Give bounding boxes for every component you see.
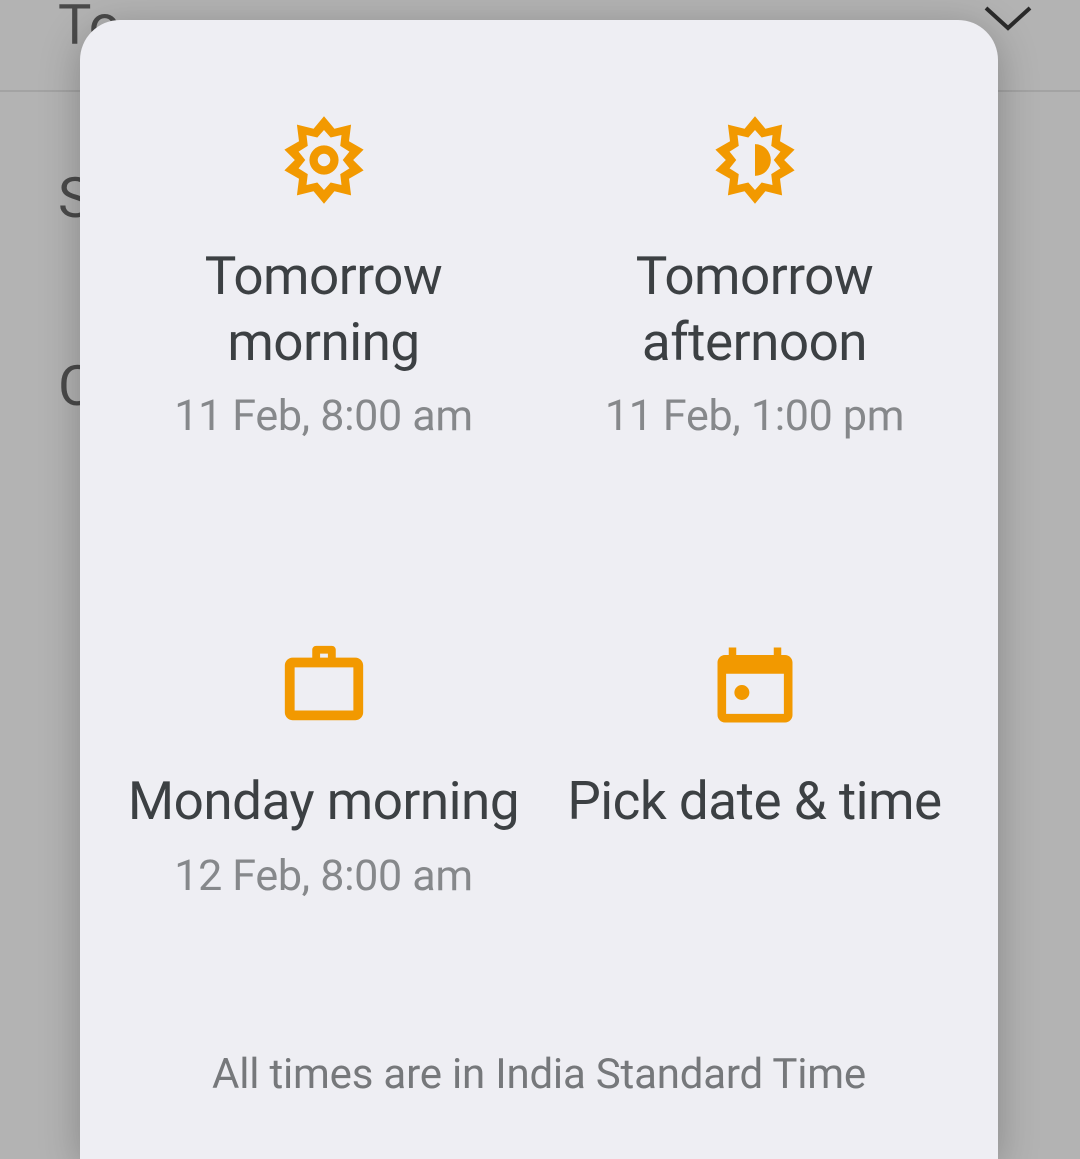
option-subtitle: 11 Feb, 1:00 pm bbox=[605, 391, 904, 441]
option-subtitle: 12 Feb, 8:00 am bbox=[174, 851, 473, 901]
sun-half-icon bbox=[705, 110, 805, 210]
option-tomorrow-morning[interactable]: Tomorrow morning 11 Feb, 8:00 am bbox=[110, 100, 537, 495]
schedule-options-grid: Tomorrow morning 11 Feb, 8:00 am Tomorro… bbox=[110, 100, 968, 955]
schedule-send-dialog: Tomorrow morning 11 Feb, 8:00 am Tomorro… bbox=[80, 20, 998, 1159]
briefcase-icon bbox=[274, 635, 374, 735]
option-tomorrow-afternoon[interactable]: Tomorrow afternoon 11 Feb, 1:00 pm bbox=[541, 100, 968, 495]
option-title: Tomorrow afternoon bbox=[551, 244, 958, 375]
option-title: Tomorrow morning bbox=[120, 244, 527, 375]
option-title: Pick date & time bbox=[567, 769, 941, 835]
timezone-note: All times are in India Standard Time bbox=[110, 1050, 968, 1099]
option-pick-date-time[interactable]: Pick date & time bbox=[541, 625, 968, 955]
sun-full-icon bbox=[274, 110, 374, 210]
option-subtitle: 11 Feb, 8:00 am bbox=[174, 391, 473, 441]
option-title: Monday morning bbox=[128, 769, 519, 835]
calendar-icon bbox=[705, 635, 805, 735]
option-monday-morning[interactable]: Monday morning 12 Feb, 8:00 am bbox=[110, 625, 537, 955]
